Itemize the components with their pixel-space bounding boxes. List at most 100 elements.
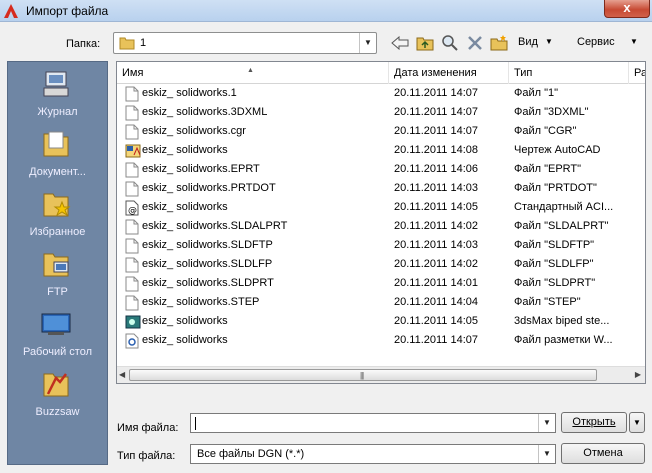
file-type: 3dsMax biped ste... [514, 315, 610, 327]
cancel-button[interactable]: Отмена [561, 443, 645, 464]
file-date: 20.11.2011 14:02 [394, 220, 479, 232]
file-date: 20.11.2011 14:07 [394, 87, 479, 99]
file-list[interactable]: Имя ▲ Дата изменения Тип Ра eskiz_ solid… [116, 61, 646, 384]
place-label: Избранное [29, 226, 86, 238]
file-type: Файл "EPRT" [514, 163, 582, 175]
place-label: Журнал [37, 106, 78, 118]
open-button[interactable]: Открыть [561, 412, 627, 433]
scroll-left-icon[interactable]: ◀ [119, 370, 125, 379]
file-name: eskiz_ solidworks [142, 315, 228, 327]
file-date: 20.11.2011 14:08 [394, 144, 479, 156]
blank-file-icon [125, 162, 139, 178]
table-row[interactable]: @ eskiz_ solidworks 20.11.2011 14:05 Станда… [117, 198, 645, 217]
column-header-row: Имя ▲ Дата изменения Тип Ра [117, 62, 645, 84]
column-type[interactable]: Тип [509, 62, 629, 84]
look-in-value: 1 [140, 37, 147, 49]
places-bar: Журнал Документ... Избранное FTP Рабочий… [7, 61, 108, 465]
column-name[interactable]: Имя ▲ [117, 62, 389, 84]
file-date: 20.11.2011 14:01 [394, 277, 479, 289]
chevron-down-icon[interactable]: ▼ [538, 414, 555, 432]
file-type: Файл "1" [514, 87, 559, 99]
file-name: eskiz_ solidworks.STEP [142, 296, 260, 308]
table-row[interactable]: eskiz_ solidworks 20.11.2011 14:05 3dsMax … [117, 312, 645, 331]
favorites-icon [43, 193, 71, 217]
filetype-label: Тип файла: [117, 450, 176, 462]
horizontal-scrollbar[interactable]: ◀ ||| ▶ [117, 366, 645, 383]
table-row[interactable]: eskiz_ solidworks.SLDFTP 20.11.2011 14:03… [117, 236, 645, 255]
file-date: 20.11.2011 14:07 [394, 106, 479, 118]
table-row[interactable]: eskiz_ solidworks.STEP 20.11.2011 14:04 Фа… [117, 293, 645, 312]
file-name: eskiz_ solidworks [142, 201, 228, 213]
file-date: 20.11.2011 14:05 [394, 201, 479, 213]
file-name: eskiz_ solidworks.PRTDOT [142, 182, 276, 194]
history-icon [43, 71, 69, 97]
back-arrow-icon[interactable] [390, 33, 410, 53]
file-date: 20.11.2011 14:03 [394, 239, 479, 251]
view-dropdown-icon[interactable]: ▼ [545, 37, 553, 46]
place-label: Рабочий стол [22, 346, 93, 358]
place-documents[interactable]: Документ... [8, 126, 107, 184]
table-row[interactable]: eskiz_ solidworks.PRTDOT 20.11.2011 14:03… [117, 179, 645, 198]
desktop-icon [41, 313, 71, 335]
scroll-thumb[interactable]: ||| [129, 369, 597, 381]
new-folder-icon[interactable] [489, 33, 509, 53]
place-favorites[interactable]: Избранное [8, 186, 107, 244]
table-row[interactable]: eskiz_ solidworks.EPRT 20.11.2011 14:06 Фа… [117, 160, 645, 179]
delete-icon[interactable] [465, 33, 485, 53]
ftp-icon [43, 253, 69, 277]
documents-folder-icon [43, 131, 69, 157]
file-date: 20.11.2011 14:03 [394, 182, 479, 194]
tools-dropdown-icon[interactable]: ▼ [630, 37, 638, 46]
column-date[interactable]: Дата изменения [389, 62, 509, 84]
file-name: eskiz_ solidworks.3DXML [142, 106, 268, 118]
filename-label: Имя файла: [117, 422, 179, 434]
filetype-combo[interactable]: Все файлы DGN (*.*) ▼ [190, 444, 556, 464]
file-type: Стандартный ACI... [514, 201, 614, 213]
title-bar: Импорт файла x [0, 0, 652, 22]
file-date: 20.11.2011 14:06 [394, 163, 479, 175]
3dsmax-file-icon [125, 314, 141, 330]
tools-menu-button[interactable]: Сервис [577, 36, 615, 48]
look-in-label: Папка: [66, 38, 101, 50]
filename-input[interactable] [191, 414, 531, 432]
place-desktop[interactable]: Рабочий стол [8, 306, 107, 364]
file-date: 20.11.2011 14:07 [394, 334, 479, 346]
table-row[interactable]: eskiz_ solidworks.SLDPRT 20.11.2011 14:01… [117, 274, 645, 293]
table-row[interactable]: eskiz_ solidworks.3DXML 20.11.2011 14:07 Ф… [117, 103, 645, 122]
look-in-combo[interactable]: 1 ▼ [113, 32, 377, 54]
file-name: eskiz_ solidworks [142, 144, 228, 156]
file-name: eskiz_ solidworks.cgr [142, 125, 246, 137]
table-row[interactable]: eskiz_ solidworks.1 20.11.2011 14:07 Файл … [117, 84, 645, 103]
buzzsaw-icon [43, 373, 69, 397]
file-name: eskiz_ solidworks.EPRT [142, 163, 260, 175]
file-date: 20.11.2011 14:05 [394, 315, 479, 327]
place-buzzsaw[interactable]: Buzzsaw [8, 366, 107, 424]
file-date: 20.11.2011 14:07 [394, 125, 479, 137]
table-row[interactable]: eskiz_ solidworks.cgr 20.11.2011 14:07 Фай… [117, 122, 645, 141]
scroll-right-icon[interactable]: ▶ [635, 370, 641, 379]
view-menu-button[interactable]: Вид [518, 36, 538, 48]
search-web-icon[interactable] [440, 33, 460, 53]
file-name: eskiz_ solidworks [142, 334, 228, 346]
table-row[interactable]: eskiz_ solidworks.SLDALPRT 20.11.2011 14:… [117, 217, 645, 236]
open-options-button[interactable]: ▼ [629, 412, 645, 433]
column-size[interactable]: Ра [629, 62, 645, 84]
file-date: 20.11.2011 14:04 [394, 296, 479, 308]
close-button[interactable]: x [604, 0, 650, 18]
file-type: Файл "PRTDOT" [514, 182, 597, 194]
filename-combo[interactable]: ▼ [190, 413, 556, 433]
table-row[interactable]: eskiz_ solidworks 20.11.2011 14:08 Чертеж … [117, 141, 645, 160]
blank-file-icon [125, 124, 139, 140]
file-type: Чертеж AutoCAD [514, 144, 601, 156]
table-row[interactable]: eskiz_ solidworks 20.11.2011 14:07 Файл ра… [117, 331, 645, 350]
file-date: 20.11.2011 14:02 [394, 258, 479, 270]
chevron-down-icon[interactable]: ▼ [359, 33, 376, 53]
up-folder-icon[interactable] [415, 33, 435, 53]
acis-file-icon: @ [125, 200, 139, 216]
autocad-drawing-icon [125, 143, 141, 159]
chevron-down-icon[interactable]: ▼ [538, 445, 555, 463]
place-history[interactable]: Журнал [8, 66, 107, 124]
filetype-value: Все файлы DGN (*.*) [197, 448, 305, 460]
place-ftp[interactable]: FTP [8, 246, 107, 304]
table-row[interactable]: eskiz_ solidworks.SLDLFP 20.11.2011 14:02… [117, 255, 645, 274]
